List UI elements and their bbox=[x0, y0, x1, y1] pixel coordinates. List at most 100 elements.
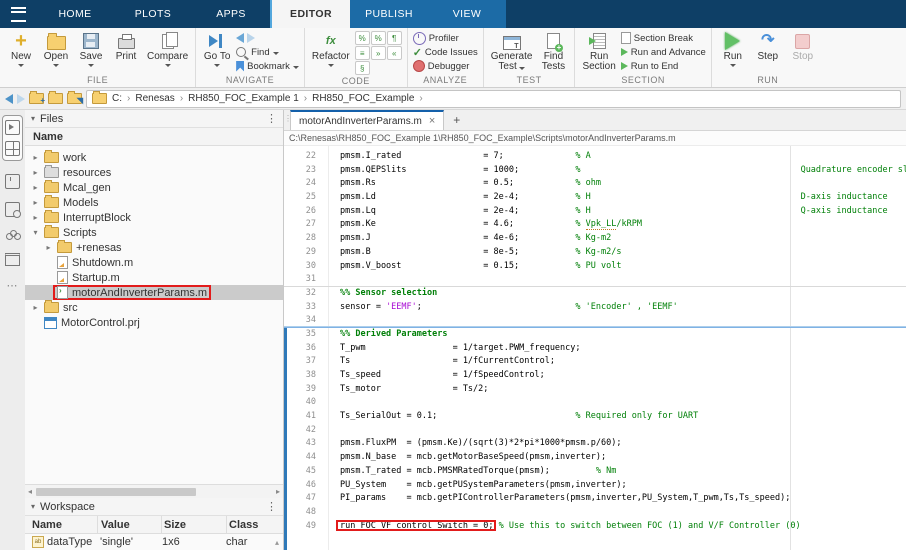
workspace-column-headers[interactable]: NameValueSizeClass bbox=[25, 515, 283, 534]
scroll-up-icon[interactable]: ▴ bbox=[275, 538, 283, 547]
workspace-column-name[interactable]: Name bbox=[25, 516, 98, 533]
find-tests-button[interactable]: Find Tests bbox=[537, 30, 569, 73]
apps-cluster-icon[interactable] bbox=[6, 230, 19, 240]
code-area[interactable]: 22pmsm.I_rated = 7; % A23pmsm.QEPSlits =… bbox=[284, 146, 906, 550]
folder-up-icon[interactable]: ◥ bbox=[67, 93, 82, 104]
code-issues-button[interactable]: ✓Code Issues bbox=[413, 45, 478, 59]
code-line-31[interactable]: 31 bbox=[284, 273, 906, 287]
forward-arrow-icon[interactable] bbox=[247, 33, 255, 43]
workspace-panel-header[interactable]: ▾ Workspace ⋮ bbox=[25, 498, 283, 515]
files-horizontal-scrollbar[interactable]: ◂ ▸ bbox=[25, 484, 283, 498]
expand-caret-icon[interactable]: ▸ bbox=[30, 198, 41, 207]
tree-item-motorcontrol-prj[interactable]: MotorControl.prj bbox=[25, 315, 283, 330]
file-search-icon[interactable] bbox=[5, 202, 20, 217]
code-line-43[interactable]: 43pmsm.FluxPM = (pmsm.Ke)/(sqrt(3)*2*pi*… bbox=[284, 437, 906, 451]
section-break-button[interactable]: Section Break bbox=[621, 31, 706, 45]
kebab-menu-icon[interactable]: ⋮ bbox=[266, 500, 277, 513]
code-line-42[interactable]: 42 bbox=[284, 424, 906, 438]
tree-item-resources[interactable]: ▸resources bbox=[25, 165, 283, 180]
tree-item-scripts[interactable]: ▾Scripts bbox=[25, 225, 283, 240]
workspace-column-class[interactable]: Class bbox=[227, 519, 283, 531]
decrease-indent-icon[interactable]: « bbox=[387, 46, 402, 60]
new-tab-button[interactable]: + bbox=[444, 110, 469, 130]
code-line-44[interactable]: 44pmsm.N_base = mcb.getMotorBaseSpeed(pm… bbox=[284, 451, 906, 465]
code-line-48[interactable]: 48 bbox=[284, 506, 906, 520]
document-tab[interactable]: motorAndInverterParams.m × bbox=[290, 110, 444, 130]
tree-item--renesas[interactable]: ▸+renesas bbox=[25, 240, 283, 255]
code-line-38[interactable]: 38Ts_speed = 1/fSpeedControl; bbox=[284, 369, 906, 383]
expand-caret-icon[interactable]: ▸ bbox=[30, 183, 41, 192]
workspace-column-value[interactable]: Value bbox=[98, 516, 162, 533]
save-button[interactable]: Save bbox=[75, 30, 107, 68]
open-button[interactable]: Open bbox=[40, 30, 72, 68]
tree-item-startup-m[interactable]: Startup.m bbox=[25, 270, 283, 285]
uncomment-icon[interactable]: % bbox=[371, 31, 386, 45]
files-panel-header[interactable]: ▾ Files ⋮ bbox=[25, 110, 283, 127]
code-line-36[interactable]: 36T_pwm = 1/target.PWM_frequency; bbox=[284, 342, 906, 356]
workspace-row-dataType[interactable]: abdataType'single'1x6char▴ bbox=[25, 534, 283, 550]
more-options-icon[interactable]: ⋯ bbox=[7, 279, 19, 292]
hamburger-menu-button[interactable] bbox=[0, 0, 36, 28]
code-line-22[interactable]: 22pmsm.I_rated = 7; % A bbox=[284, 150, 906, 164]
code-line-23[interactable]: 23pmsm.QEPSlits = 1000; % Quadrature enc… bbox=[284, 164, 906, 178]
wrap-comments-icon[interactable]: ¶ bbox=[387, 31, 402, 45]
tab-plots[interactable]: PLOTS bbox=[114, 0, 192, 28]
refactor-button[interactable]: fx Refactor bbox=[310, 30, 352, 68]
code-line-40[interactable]: 40 bbox=[284, 396, 906, 410]
tree-item-models[interactable]: ▸Models bbox=[25, 195, 283, 210]
goto-button[interactable]: Go To bbox=[201, 30, 233, 68]
breadcrumb[interactable]: C:›Renesas›RH850_FOC_Example 1›RH850_FOC… bbox=[86, 90, 901, 108]
tab-view[interactable]: VIEW bbox=[428, 0, 506, 28]
smart-indent-icon[interactable]: ≡ bbox=[355, 46, 370, 60]
compare-button[interactable]: Compare bbox=[145, 30, 190, 68]
files-name-header[interactable]: Name bbox=[25, 127, 283, 146]
run-to-end-button[interactable]: Run to End bbox=[621, 59, 706, 73]
kebab-menu-icon[interactable]: ⋮ bbox=[266, 112, 277, 125]
code-line-25[interactable]: 25pmsm.Ld = 2e-4; % H D-axis inductance bbox=[284, 191, 906, 205]
code-line-30[interactable]: 30pmsm.V_boost = 0.15; % PU volt bbox=[284, 260, 906, 274]
nav-forward-icon[interactable] bbox=[17, 94, 25, 104]
run-and-advance-button[interactable]: Run and Advance bbox=[621, 45, 706, 59]
code-line-26[interactable]: 26pmsm.Lq = 2e-4; % H Q-axis inductance bbox=[284, 205, 906, 219]
breadcrumb-item[interactable]: Renesas bbox=[135, 93, 174, 104]
scroll-right-icon[interactable]: ▸ bbox=[276, 487, 280, 496]
tree-item-src[interactable]: ▸src bbox=[25, 300, 283, 315]
code-line-33[interactable]: 33sensor = 'EEMF'; % 'Encoder' , 'EEMF' bbox=[284, 301, 906, 315]
code-line-39[interactable]: 39Ts_motor = Ts/2; bbox=[284, 383, 906, 397]
code-line-35[interactable]: 35%% Derived Parameters bbox=[284, 328, 906, 342]
code-line-29[interactable]: 29pmsm.B = 8e-5; % Kg-m2/s bbox=[284, 246, 906, 260]
expand-caret-icon[interactable]: ▸ bbox=[30, 213, 41, 222]
editor-panel-icon[interactable] bbox=[5, 120, 20, 135]
breadcrumb-item[interactable]: C: bbox=[112, 93, 122, 104]
nav-back-icon[interactable] bbox=[5, 94, 13, 104]
expand-caret-icon[interactable]: ▸ bbox=[43, 243, 54, 252]
step-button[interactable]: ↷ Step bbox=[752, 30, 784, 63]
debugger-button[interactable]: Debugger bbox=[413, 59, 478, 73]
archive-box-icon[interactable] bbox=[5, 253, 20, 266]
bookmark-button[interactable]: Bookmark bbox=[236, 59, 299, 73]
expand-caret-icon[interactable]: ▸ bbox=[30, 303, 41, 312]
profiler-button[interactable]: Profiler bbox=[413, 31, 478, 45]
tree-item-work[interactable]: ▸work bbox=[25, 150, 283, 165]
code-line-45[interactable]: 45pmsm.T_rated = mcb.PMSMRatedTorque(pms… bbox=[284, 465, 906, 479]
code-line-24[interactable]: 24pmsm.Rs = 0.5; % ohm bbox=[284, 177, 906, 191]
code-line-46[interactable]: 46PU_System = mcb.getPUSystemParameters(… bbox=[284, 479, 906, 493]
tree-item-shutdown-m[interactable]: Shutdown.m bbox=[25, 255, 283, 270]
back-arrow-icon[interactable] bbox=[236, 33, 244, 43]
workspace-column-size[interactable]: Size bbox=[162, 516, 227, 533]
expand-caret-icon[interactable]: ▾ bbox=[30, 228, 41, 237]
increase-indent-icon[interactable]: » bbox=[371, 46, 386, 60]
run-button[interactable]: Run bbox=[717, 30, 749, 68]
folder-new-icon[interactable]: + bbox=[29, 93, 44, 104]
comment-percent-icon[interactable]: % bbox=[355, 31, 370, 45]
tab-publish[interactable]: PUBLISH bbox=[350, 0, 428, 28]
expand-caret-icon[interactable]: ▸ bbox=[30, 153, 41, 162]
code-line-34[interactable]: 34 bbox=[284, 314, 906, 328]
generate-test-button[interactable]: Generate Test bbox=[489, 30, 535, 73]
tree-item-mcal-gen[interactable]: ▸Mcal_gen bbox=[25, 180, 283, 195]
print-button[interactable]: Print bbox=[110, 30, 142, 63]
find-button[interactable]: Find bbox=[236, 45, 299, 59]
code-line-47[interactable]: 47PI_params = mcb.getPIControllerParamet… bbox=[284, 492, 906, 506]
tab-editor[interactable]: EDITOR bbox=[272, 0, 350, 28]
scroll-left-icon[interactable]: ◂ bbox=[28, 487, 32, 496]
